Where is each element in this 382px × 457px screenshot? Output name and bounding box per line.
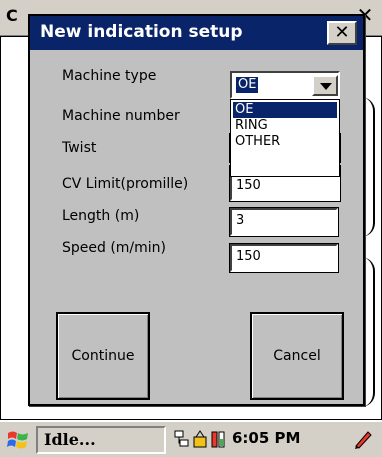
dialog-title-bar: New indication setup ✕ — [30, 16, 363, 50]
speed-label: Speed (m/min) — [62, 240, 167, 256]
new-indication-dialog: New indication setup ✕ Machine type Mach… — [28, 14, 365, 406]
cv-limit-label: CV Limit(promille) — [62, 176, 189, 192]
cancel-button[interactable]: Cancel — [250, 312, 344, 400]
status-box[interactable]: Idle... — [36, 426, 166, 454]
system-tray: 6:05 PM — [172, 426, 376, 454]
network-icon[interactable] — [174, 430, 190, 448]
machine-type-combobox[interactable]: OE — [230, 71, 340, 99]
background-title: C — [6, 6, 18, 25]
battery-icon[interactable] — [192, 429, 208, 449]
pen-icon[interactable] — [352, 428, 374, 450]
speed-input[interactable]: 150 — [229, 243, 339, 273]
chevron-down-icon — [320, 83, 332, 90]
machine-type-dropdown-list: OE RING OTHER — [230, 99, 340, 177]
cv-limit-input[interactable]: 150 — [229, 172, 341, 202]
dropdown-option-oe[interactable]: OE — [233, 102, 337, 118]
twist-label: Twist — [62, 140, 97, 156]
status-text: Idle... — [44, 430, 96, 449]
dropdown-option-other[interactable]: OTHER — [233, 134, 337, 150]
taskbar: Idle... 6:05 PM — [0, 420, 382, 457]
length-label: Length (m) — [62, 208, 140, 224]
windows-flag-icon[interactable] — [6, 428, 30, 452]
machine-type-value: OE — [236, 77, 259, 93]
machine-number-label: Machine number — [62, 108, 180, 124]
dialog-title: New indication setup — [40, 22, 243, 42]
machine-type-label: Machine type — [62, 68, 157, 84]
combobox-dropdown-button[interactable] — [312, 75, 338, 96]
power-icon[interactable] — [210, 429, 226, 449]
clock[interactable]: 6:05 PM — [232, 429, 300, 447]
dropdown-option-ring[interactable]: RING — [233, 118, 337, 134]
length-input[interactable]: 3 — [229, 207, 339, 237]
dialog-close-button[interactable]: ✕ — [327, 21, 357, 45]
continue-button[interactable]: Continue — [56, 312, 150, 400]
